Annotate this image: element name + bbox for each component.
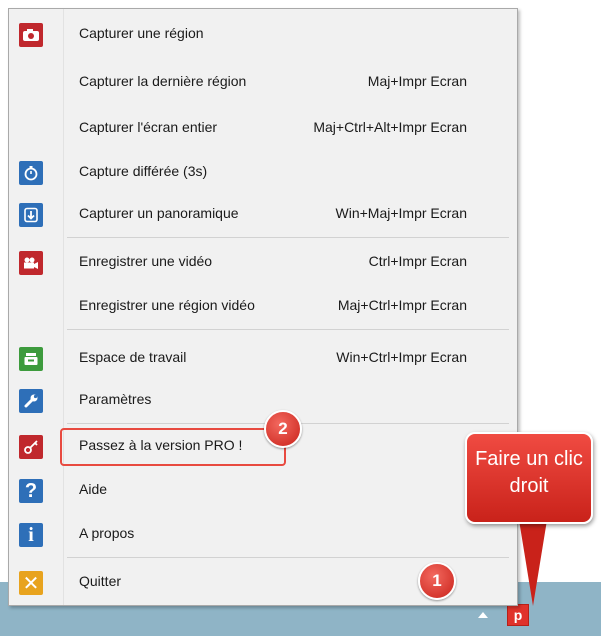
video-camera-icon — [19, 251, 43, 275]
menu-item-workspace[interactable]: Espace de travail Win+Ctrl+Impr Ecran — [9, 343, 517, 379]
menu-item-shortcut: Win+Maj+Impr Ecran — [335, 205, 467, 221]
menu-item-label: A propos — [79, 525, 135, 541]
menu-item-label: Aide — [79, 481, 108, 497]
menu-separator — [67, 329, 509, 330]
menu-item-label: Capturer un panoramique — [79, 205, 239, 221]
context-menu: Capturer une région Capturer la dernière… — [8, 8, 518, 606]
menu-item-shortcut: Maj+Ctrl+Impr Ecran — [337, 297, 467, 313]
step-badge-2: 2 — [264, 410, 302, 448]
help-icon: ? — [19, 479, 43, 503]
menu-item-label: Enregistrer une région vidéo — [79, 297, 255, 313]
menu-item-scrolling-capture[interactable]: Capturer un panoramique Win+Maj+Impr Ecr… — [9, 199, 517, 235]
info-icon: i — [19, 523, 43, 547]
menu-item-delayed-capture[interactable]: Capture différée (3s) — [9, 157, 517, 193]
menu-item-label: Capturer une région — [79, 25, 204, 41]
menu-item-about[interactable]: i A propos — [9, 519, 517, 555]
step-badge-1: 1 — [418, 562, 456, 600]
wrench-icon — [19, 389, 43, 413]
menu-item-label: Capture différée (3s) — [79, 163, 208, 179]
menu-item-label: Capturer l'écran entier — [79, 119, 218, 135]
menu-item-capture-full-screen[interactable]: Capturer l'écran entier Maj+Ctrl+Alt+Imp… — [9, 113, 517, 149]
callout-pointer — [519, 520, 547, 606]
menu-item-label: Paramètres — [79, 391, 152, 407]
scroll-capture-icon — [19, 203, 43, 227]
menu-item-shortcut: Win+Ctrl+Impr Ecran — [336, 349, 467, 365]
pro-highlight-box — [60, 428, 286, 466]
workspace-icon — [19, 347, 43, 371]
timer-icon — [19, 161, 43, 185]
menu-item-shortcut: Ctrl+Impr Ecran — [368, 253, 467, 269]
menu-separator — [67, 557, 509, 558]
menu-item-label: Espace de travail — [79, 349, 187, 365]
close-icon: ✕ — [19, 571, 43, 595]
menu-separator — [67, 237, 509, 238]
menu-item-label: Capturer la dernière région — [79, 73, 247, 89]
menu-item-record-video[interactable]: Enregistrer une vidéo Ctrl+Impr Ecran — [9, 247, 517, 283]
menu-item-shortcut: Maj+Ctrl+Alt+Impr Ecran — [313, 119, 467, 135]
menu-item-capture-last-region[interactable]: Capturer la dernière région Maj+Impr Ecr… — [9, 67, 517, 103]
menu-item-capture-region[interactable]: Capturer une région — [9, 19, 517, 55]
menu-item-record-video-region[interactable]: Enregistrer une région vidéo Maj+Ctrl+Im… — [9, 291, 517, 327]
show-hidden-icons-arrow-icon[interactable] — [478, 612, 488, 618]
camera-icon — [19, 23, 43, 47]
menu-item-help[interactable]: ? Aide — [9, 475, 517, 511]
menu-item-settings[interactable]: Paramètres — [9, 385, 517, 421]
right-click-callout: Faire un clic droit — [465, 432, 593, 524]
menu-item-shortcut: Maj+Impr Ecran — [367, 73, 467, 89]
menu-item-label: Quitter — [79, 573, 122, 589]
key-icon — [19, 435, 43, 459]
tray-app-icon[interactable]: p — [507, 604, 529, 626]
menu-item-label: Enregistrer une vidéo — [79, 253, 213, 269]
